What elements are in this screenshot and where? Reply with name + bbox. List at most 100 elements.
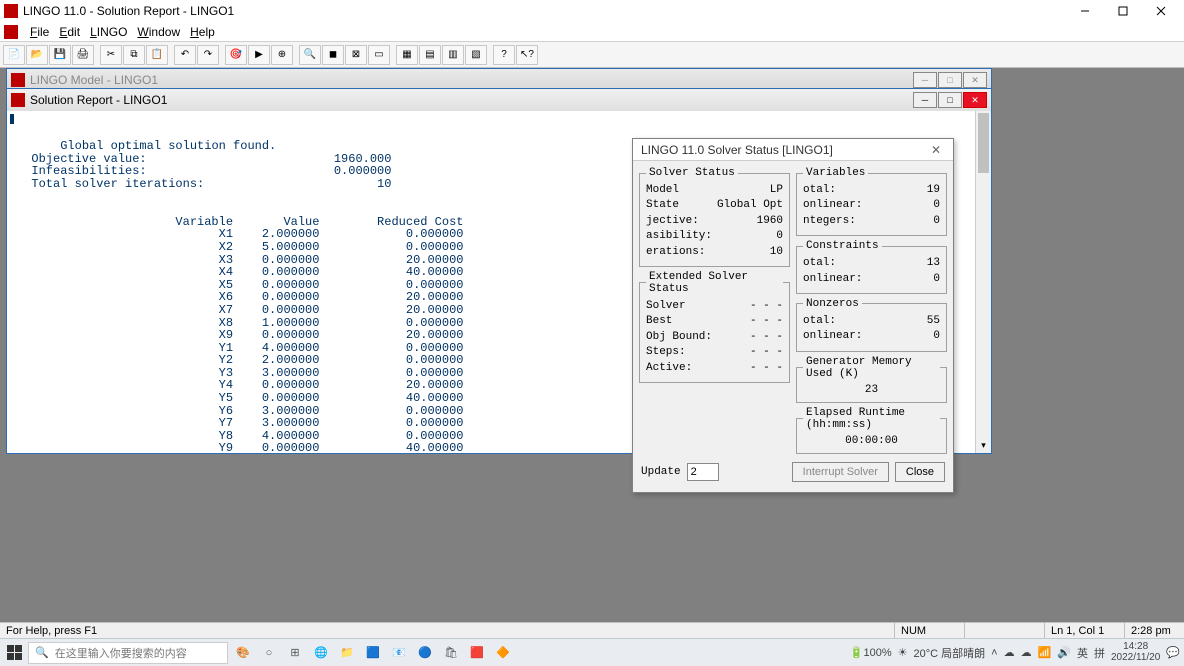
scrollbar-thumb[interactable]: [978, 113, 989, 173]
explorer-icon[interactable]: 📁: [336, 642, 358, 664]
update-input[interactable]: [687, 463, 719, 481]
open-icon[interactable]: 📂: [26, 45, 48, 65]
print-icon[interactable]: 🖨: [72, 45, 94, 65]
ext-bound-value: - - -: [731, 330, 783, 345]
ext-steps-label: Steps:: [646, 345, 686, 360]
report-titlebar[interactable]: Solution Report - LINGO1 ─ □ ✕: [7, 89, 991, 111]
store-icon[interactable]: 🛍: [440, 642, 462, 664]
minimize-button[interactable]: [1066, 0, 1104, 22]
new-icon[interactable]: 📄: [3, 45, 25, 65]
feasibility-value: 0: [731, 229, 783, 244]
battery-icon[interactable]: 🔋100%: [850, 646, 892, 659]
ext-solver-label: Solver: [646, 299, 686, 314]
report-close-button[interactable]: ✕: [963, 92, 987, 108]
solver-status-group: Solver Status ModelLP StateGlobal Opt je…: [639, 167, 790, 267]
menu-help[interactable]: Help: [190, 25, 215, 39]
ime-indicator2[interactable]: 拼: [1094, 645, 1105, 661]
tool-c-icon[interactable]: ▥: [442, 45, 464, 65]
cortana-icon[interactable]: ○: [258, 642, 280, 664]
close-button[interactable]: [1142, 0, 1180, 22]
volume-icon[interactable]: 🔊: [1057, 646, 1071, 659]
undo-icon[interactable]: ↶: [174, 45, 196, 65]
window-controls: [1066, 0, 1180, 22]
con-total-value: 13: [888, 256, 940, 271]
search-placeholder: 在这里输入你要搜索的内容: [55, 645, 187, 661]
widget-icon[interactable]: 🎨: [232, 642, 254, 664]
ext-solver-value: - - -: [731, 299, 783, 314]
nz-total-label: otal:: [803, 314, 836, 329]
tray-chevron-icon[interactable]: ˄: [991, 647, 997, 659]
model-max-button[interactable]: □: [938, 72, 962, 88]
status-num: NUM: [894, 623, 964, 638]
redo-icon[interactable]: ↷: [197, 45, 219, 65]
stop-icon[interactable]: ◼: [322, 45, 344, 65]
app5-icon[interactable]: 🔶: [492, 642, 514, 664]
report-icon: [11, 93, 25, 107]
weather-icon[interactable]: ☀: [898, 646, 908, 659]
menu-window[interactable]: Window: [137, 25, 180, 39]
maximize-button[interactable]: [1104, 0, 1142, 22]
iterations-value: 10: [731, 245, 783, 260]
extended-status-group: Extended Solver Status Solver- - - Best-…: [639, 271, 790, 383]
paste-icon[interactable]: 📋: [146, 45, 168, 65]
dialog-close-button[interactable]: ✕: [927, 143, 945, 157]
taskbar-clock[interactable]: 14:28 2022/11/20: [1111, 642, 1160, 663]
report-scrollbar[interactable]: ▾: [975, 111, 991, 453]
state-label: State: [646, 198, 679, 213]
model-window[interactable]: LINGO Model - LINGO1 ─ □ ✕: [6, 68, 992, 90]
taskbar-search[interactable]: 🔍 在这里输入你要搜索的内容: [28, 642, 228, 664]
variables-group: Variables otal:19 onlinear:0 ntegers:0: [796, 167, 947, 236]
menu-lingo[interactable]: LINGO: [90, 25, 127, 39]
solve-icon[interactable]: 🎯: [225, 45, 247, 65]
taskview-icon[interactable]: ⊞: [284, 642, 306, 664]
window-icon[interactable]: ▭: [368, 45, 390, 65]
var-nl-label: onlinear:: [803, 198, 862, 213]
tool-d-icon[interactable]: ▧: [465, 45, 487, 65]
report-max-button[interactable]: □: [938, 92, 962, 108]
solver-status-dialog[interactable]: LINGO 11.0 Solver Status [LINGO1] ✕ Solv…: [632, 138, 954, 493]
find-icon[interactable]: 🔍: [299, 45, 321, 65]
app-icon-small: [4, 25, 18, 39]
taskbar: 🔍 在这里输入你要搜索的内容 🎨 ○ ⊞ 🌐 📁 🟦 📧 🔵 🛍 🟥 🔶 🔋10…: [0, 638, 1184, 666]
notification-icon[interactable]: 💬: [1166, 646, 1180, 659]
app1-icon[interactable]: 🟦: [362, 642, 384, 664]
scrollbar-down-icon[interactable]: ▾: [976, 437, 991, 453]
model-close-button[interactable]: ✕: [963, 72, 987, 88]
copy-icon[interactable]: ⧉: [123, 45, 145, 65]
tool-b-icon[interactable]: ▤: [419, 45, 441, 65]
feasibility-label: asibility:: [646, 229, 712, 244]
extended-legend: Extended Solver Status: [646, 271, 783, 295]
cut-icon[interactable]: ✂: [100, 45, 122, 65]
report-min-button[interactable]: ─: [913, 92, 937, 108]
model-min-button[interactable]: ─: [913, 72, 937, 88]
weather-text: 20°C 局部晴朗: [914, 645, 986, 661]
model-icon: [11, 73, 25, 87]
tool-a-icon[interactable]: ▦: [396, 45, 418, 65]
dialog-titlebar[interactable]: LINGO 11.0 Solver Status [LINGO1] ✕: [633, 139, 953, 161]
context-help-icon[interactable]: ↖?: [516, 45, 538, 65]
ext-best-value: - - -: [731, 314, 783, 329]
brackets-icon[interactable]: ⊕: [271, 45, 293, 65]
cursor-mark: [10, 114, 14, 124]
go-icon[interactable]: ▶: [248, 45, 270, 65]
ime-indicator[interactable]: 英: [1077, 645, 1088, 661]
system-tray: 🔋100% ☀ 20°C 局部晴朗 ˄ ☁ ☁ 📶 🔊 英 拼 14:28 20…: [850, 642, 1180, 663]
edge-icon[interactable]: 🌐: [310, 642, 332, 664]
dialog-bottom: Update Interrupt Solver Close: [639, 458, 947, 486]
close-dialog-button[interactable]: Close: [895, 462, 945, 482]
cloud-icon[interactable]: ☁: [1021, 646, 1032, 659]
save-icon[interactable]: 💾: [49, 45, 71, 65]
ext-steps-value: - - -: [731, 345, 783, 360]
menu-file[interactable]: File: [30, 25, 49, 39]
app2-icon[interactable]: 📧: [388, 642, 410, 664]
menu-edit[interactable]: Edit: [59, 25, 80, 39]
network-icon[interactable]: 📶: [1038, 646, 1052, 659]
onedrive-icon[interactable]: ☁: [1004, 646, 1015, 659]
app4-icon[interactable]: 🟥: [466, 642, 488, 664]
interrupt-button[interactable]: Interrupt Solver: [792, 462, 889, 482]
status-help: For Help, press F1: [0, 623, 240, 638]
x-icon[interactable]: ⊠: [345, 45, 367, 65]
help-icon[interactable]: ?: [493, 45, 515, 65]
app3-icon[interactable]: 🔵: [414, 642, 436, 664]
start-button[interactable]: [4, 643, 24, 663]
